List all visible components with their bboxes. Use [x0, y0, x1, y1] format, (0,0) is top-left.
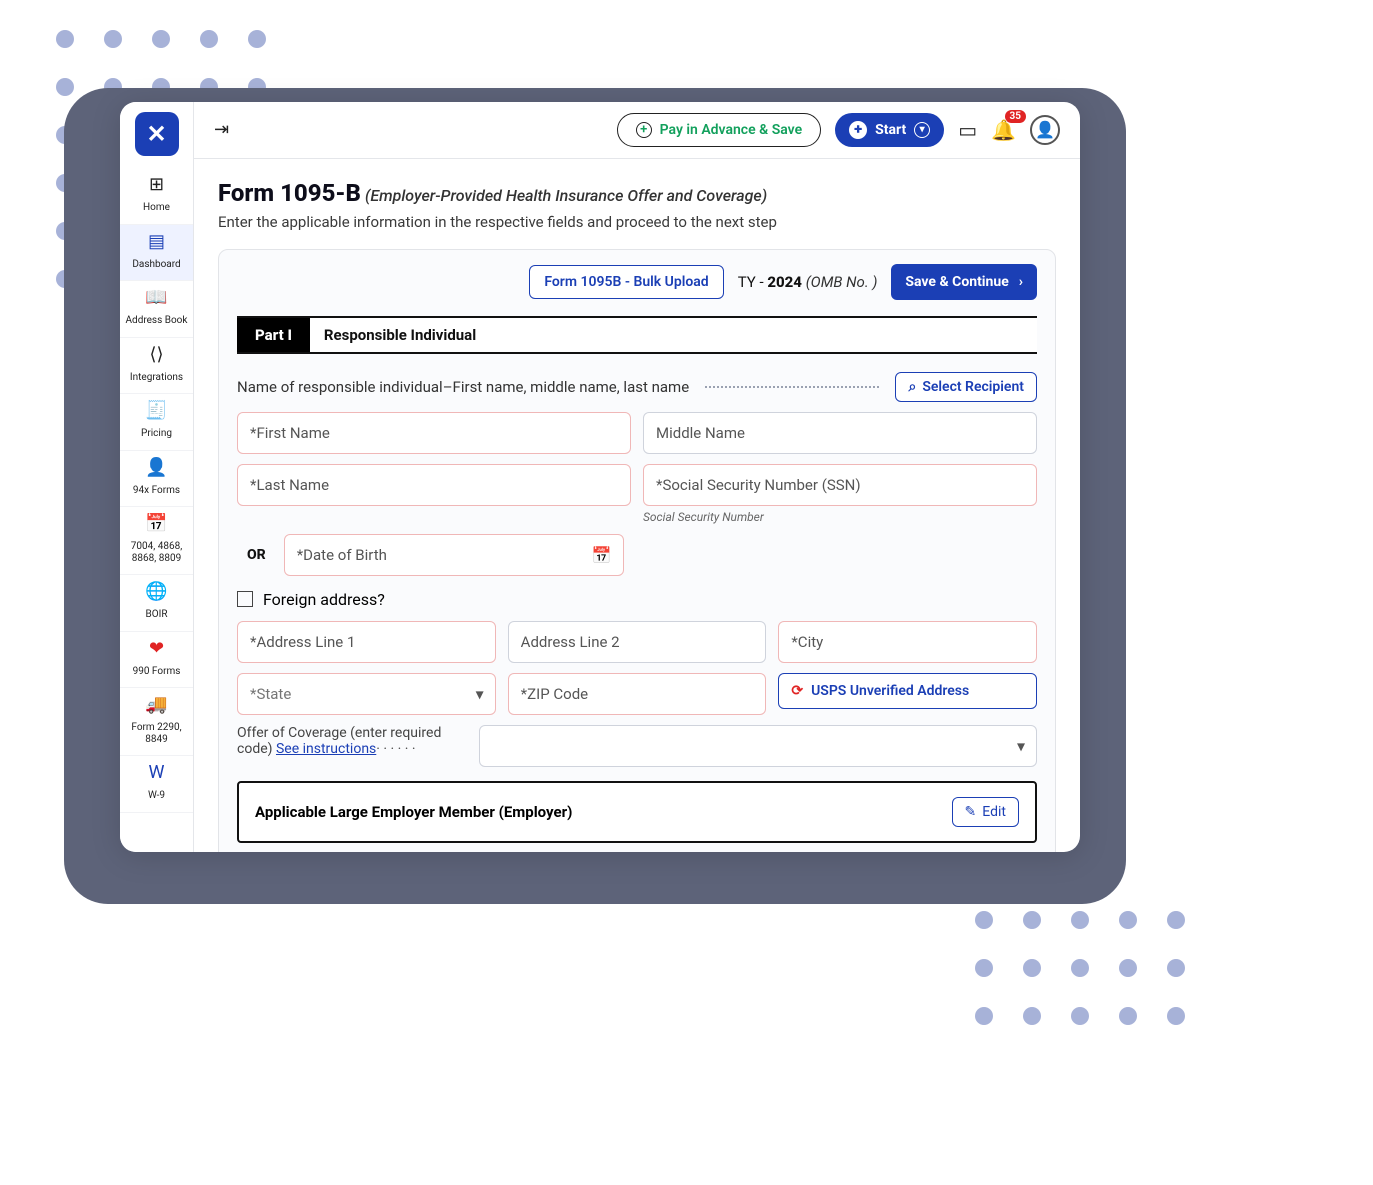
location-warning-icon: ⟳ — [791, 683, 803, 699]
person-icon: 👤 — [124, 459, 189, 481]
sidebar-item-boir[interactable]: 🌐BOIR — [120, 575, 193, 632]
page-subtitle: (Employer-Provided Health Insurance Offe… — [365, 186, 767, 205]
foreign-address-row[interactable]: Foreign address? — [237, 590, 1037, 609]
topbar: ⇥ + Pay in Advance & Save + Start ▾ ▭ 🔔3… — [194, 102, 1080, 159]
or-separator: OR — [247, 547, 266, 563]
sidebar-item-w9[interactable]: WW-9 — [120, 756, 193, 813]
app-window: ✕ ⊞Home ▤Dashboard 📖Address Book ⟨⟩Integ… — [120, 102, 1080, 852]
sidebar-toggle[interactable]: ⇥ — [214, 119, 229, 140]
person-search-icon: ⌕ — [908, 379, 916, 395]
sidebar-item-extensions[interactable]: 📅7004, 4868, 8868, 8809 — [120, 507, 193, 575]
name-label-row: Name of responsible individual–First nam… — [237, 372, 1037, 402]
save-continue-button[interactable]: Save & Continue› — [891, 264, 1037, 300]
code-icon: ⟨⟩ — [124, 346, 189, 368]
coverage-label: Offer of Coverage (enter required code) … — [237, 725, 467, 757]
dob-input[interactable] — [284, 534, 624, 576]
chevron-down-icon: ▾ — [914, 122, 930, 138]
chevron-right-icon: › — [1019, 274, 1023, 290]
select-recipient-button[interactable]: ⌕ Select Recipient — [895, 372, 1037, 402]
form-card: Form 1095B - Bulk Upload TY - 2024 (OMB … — [218, 249, 1056, 852]
section-header: Part I Responsible Individual — [237, 316, 1037, 354]
sidebar-item-integrations[interactable]: ⟨⟩Integrations — [120, 338, 193, 395]
book-icon: 📖 — [124, 289, 189, 311]
ssn-hint: Social Security Number — [643, 510, 1037, 524]
globe-icon: 🌐 — [124, 583, 189, 605]
bulk-upload-button[interactable]: Form 1095B - Bulk Upload — [529, 265, 723, 299]
tax-year-label: TY - 2024 (OMB No. ) — [738, 273, 878, 291]
city-input[interactable] — [778, 621, 1037, 663]
sidebar-item-94x[interactable]: 👤94x Forms — [120, 451, 193, 508]
foreign-address-checkbox[interactable] — [237, 591, 253, 607]
pencil-icon: ✎ — [965, 804, 977, 820]
pay-advance-button[interactable]: + Pay in Advance & Save — [617, 113, 821, 147]
decorative-dots-bottom — [975, 911, 1185, 1055]
page-body: Form 1095-B (Employer-Provided Health In… — [194, 159, 1080, 852]
notifications-button[interactable]: 🔔35 — [991, 118, 1016, 142]
heart-icon: ❤ — [124, 640, 189, 662]
plus-icon: + — [849, 121, 867, 139]
page-header: Form 1095-B (Employer-Provided Health In… — [218, 179, 1056, 231]
usps-unverified-button[interactable]: ⟳ USPS Unverified Address — [778, 673, 1037, 709]
notification-badge: 35 — [1005, 110, 1026, 123]
start-button[interactable]: + Start ▾ — [835, 113, 944, 147]
employer-section: Applicable Large Employer Member (Employ… — [237, 781, 1037, 843]
edit-employer-button[interactable]: ✎ Edit — [952, 797, 1019, 827]
sidebar-item-home[interactable]: ⊞Home — [120, 168, 193, 225]
calendar-icon: 📅 — [124, 515, 189, 537]
truck-icon: 🚚 — [124, 696, 189, 718]
user-avatar[interactable]: 👤 — [1030, 115, 1060, 145]
dotted-leader — [705, 386, 879, 388]
sidebar-item-dashboard[interactable]: ▤Dashboard — [120, 225, 193, 282]
coverage-select[interactable] — [479, 725, 1037, 767]
receipt-icon: 🧾 — [124, 402, 189, 424]
first-name-input[interactable] — [237, 412, 631, 454]
ssn-input[interactable] — [643, 464, 1037, 506]
sidebar-item-address-book[interactable]: 📖Address Book — [120, 281, 193, 338]
address1-input[interactable] — [237, 621, 496, 663]
sidebar-item-990[interactable]: ❤990 Forms — [120, 632, 193, 689]
last-name-input[interactable] — [237, 464, 631, 506]
page-title: Form 1095-B — [218, 179, 361, 207]
zip-input[interactable] — [508, 673, 767, 715]
part-tag: Part I — [237, 318, 310, 352]
state-select[interactable] — [237, 673, 496, 715]
dashboard-icon: ▤ — [124, 233, 189, 255]
contacts-button[interactable]: ▭ — [958, 118, 977, 142]
foreign-address-label: Foreign address? — [263, 590, 385, 609]
card-actions: Form 1095B - Bulk Upload TY - 2024 (OMB … — [237, 264, 1037, 300]
employer-title: Applicable Large Employer Member (Employ… — [255, 803, 572, 821]
w9-icon: W — [124, 764, 189, 786]
plus-icon: + — [636, 122, 652, 138]
app-logo[interactable]: ✕ — [135, 112, 179, 156]
name-label: Name of responsible individual–First nam… — [237, 378, 689, 396]
see-instructions-link[interactable]: See instructions — [276, 741, 376, 757]
home-icon: ⊞ — [124, 176, 189, 198]
main-content: ⇥ + Pay in Advance & Save + Start ▾ ▭ 🔔3… — [194, 102, 1080, 852]
sidebar-item-2290[interactable]: 🚚Form 2290, 8849 — [120, 688, 193, 756]
middle-name-input[interactable] — [643, 412, 1037, 454]
section-title: Responsible Individual — [310, 318, 490, 352]
address2-input[interactable] — [508, 621, 767, 663]
sidebar-item-pricing[interactable]: 🧾Pricing — [120, 394, 193, 451]
page-helper: Enter the applicable information in the … — [218, 213, 1056, 231]
calendar-icon[interactable]: 📅 — [592, 545, 612, 564]
sidebar: ✕ ⊞Home ▤Dashboard 📖Address Book ⟨⟩Integ… — [120, 102, 194, 852]
